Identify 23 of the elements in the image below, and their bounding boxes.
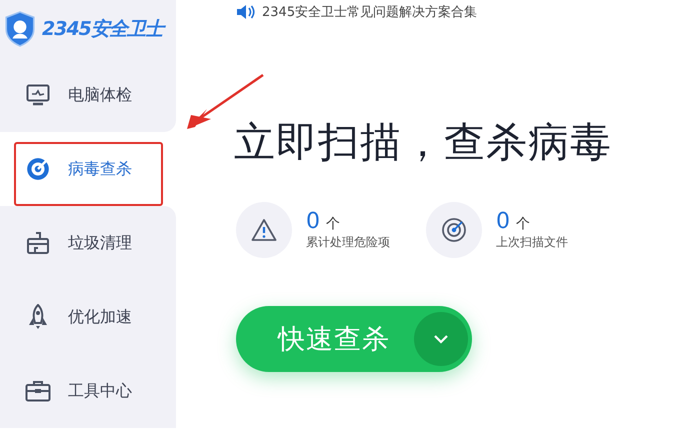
- speaker-icon: [236, 3, 256, 21]
- stat-label: 上次扫描文件: [496, 234, 568, 252]
- radar-icon: [441, 217, 467, 244]
- sidebar-item[interactable]: 工具中心: [0, 354, 176, 428]
- stat-unit: 个: [326, 215, 340, 234]
- sidebar-item[interactable]: 优化加速: [0, 280, 176, 354]
- logo-text: 2345安全卫士: [42, 16, 163, 42]
- sidebar-item[interactable]: 垃圾清理: [0, 206, 176, 280]
- sidebar-item[interactable]: 电脑体检: [0, 58, 176, 132]
- notice-link[interactable]: 2345安全卫士常见问题解决方案合集: [262, 3, 478, 21]
- stat-unit: 个: [516, 215, 530, 234]
- monitor-icon: [26, 84, 50, 106]
- page-heading: 立即扫描，查杀病毒: [234, 118, 613, 168]
- target-icon: [25, 156, 51, 182]
- shield-logo-icon: [4, 11, 36, 47]
- toolbox-icon: [25, 380, 51, 402]
- basket-icon: [26, 231, 50, 255]
- stat-count: 0: [496, 209, 510, 234]
- rocket-icon: [26, 304, 50, 330]
- stat-label: 累计处理危险项: [306, 234, 390, 252]
- warning-icon: [251, 218, 277, 242]
- stat-count: 0: [306, 209, 320, 234]
- chevron-down-icon: [433, 334, 449, 344]
